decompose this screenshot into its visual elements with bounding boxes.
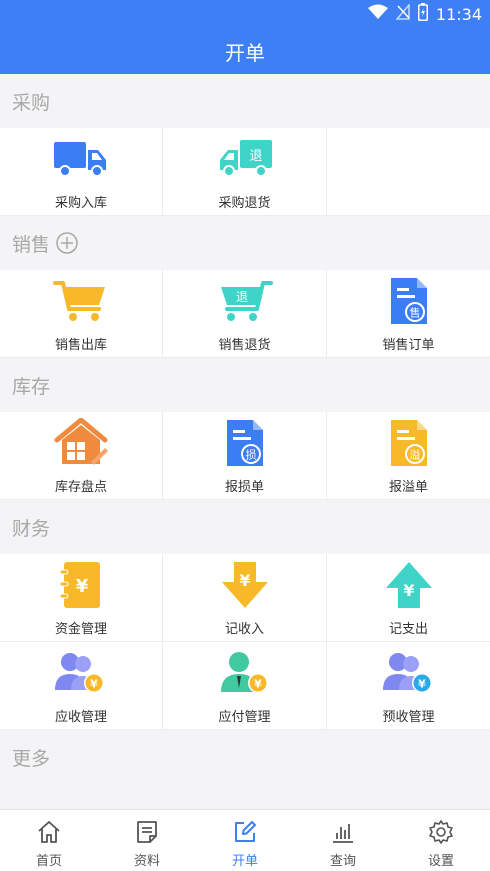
section-grid: ¥ 资金管理 ¥ 记收入 ¥ 记支出 ¥ 应收管理 ¥ 应付管理 ¥ 预收管理 xyxy=(0,554,490,730)
order-doc-icon: 售 xyxy=(379,276,439,326)
page-title: 开单 xyxy=(0,28,490,74)
receivable-people-icon: ¥ xyxy=(51,648,111,698)
menu-item-label: 应收管理 xyxy=(54,710,107,725)
tab-label: 开单 xyxy=(231,854,258,869)
svg-text:溢: 溢 xyxy=(409,448,420,462)
menu-item-label: 销售退货 xyxy=(218,338,271,353)
home-icon xyxy=(35,818,63,846)
menu-item-label: 库存盘点 xyxy=(54,480,107,495)
section-title: 库存 xyxy=(0,358,490,412)
svg-text:¥: ¥ xyxy=(403,581,414,600)
menu-item-overflow-doc[interactable]: 溢 报溢单 xyxy=(327,412,490,500)
tab-bar-chart[interactable]: 查询 xyxy=(294,810,392,871)
section-title: 采购 xyxy=(0,74,490,128)
document-icon xyxy=(133,818,161,846)
menu-item-label: 采购退货 xyxy=(218,196,271,211)
warehouse-icon xyxy=(51,418,111,468)
menu-item-payable-person[interactable]: ¥ 应付管理 xyxy=(163,642,327,730)
battery-icon xyxy=(417,3,428,25)
menu-item-return-truck[interactable]: 退 采购退货 xyxy=(163,128,327,216)
status-icons: 11:34 xyxy=(367,2,482,25)
section-title: 销售 xyxy=(0,216,490,270)
menu-item-receivable-people[interactable]: ¥ 应收管理 xyxy=(0,642,163,730)
menu-item-label: 销售出库 xyxy=(54,338,107,353)
menu-item-warehouse[interactable]: 库存盘点 xyxy=(0,412,163,500)
section-title-text: 采购 xyxy=(12,91,51,114)
section-grid: 销售出库 退 销售退货 售 销售订单 xyxy=(0,270,490,358)
tab-document[interactable]: 资料 xyxy=(98,810,196,871)
tab-label: 设置 xyxy=(427,854,454,869)
section-grid: 库存盘点 损 报损单 溢 报溢单 xyxy=(0,412,490,500)
fund-book-icon: ¥ xyxy=(51,560,111,610)
status-bar: 11:34 xyxy=(0,0,490,28)
menu-item-label: 预收管理 xyxy=(382,710,435,725)
overflow-doc-icon: 溢 xyxy=(379,418,439,468)
menu-item-loss-doc[interactable]: 损 报损单 xyxy=(163,412,327,500)
menu-item-label: 采购入库 xyxy=(54,196,107,211)
section-title-text: 库存 xyxy=(12,375,51,398)
tab-edit[interactable]: 开单 xyxy=(196,810,294,871)
menu-item-label: 资金管理 xyxy=(54,622,107,637)
menu-item-income-arrow[interactable]: ¥ 记收入 xyxy=(163,554,327,642)
empty-cell xyxy=(327,128,490,216)
tab-label: 首页 xyxy=(35,854,62,869)
svg-text:损: 损 xyxy=(245,448,256,462)
loss-doc-icon: 损 xyxy=(215,418,275,468)
truck-icon xyxy=(51,134,111,184)
payable-person-icon: ¥ xyxy=(215,648,275,698)
menu-item-label: 记收入 xyxy=(224,622,264,637)
svg-text:¥: ¥ xyxy=(254,678,262,691)
section-title: 更多 xyxy=(0,730,490,784)
menu-item-expense-arrow[interactable]: ¥ 记支出 xyxy=(327,554,490,642)
menu-item-label: 销售订单 xyxy=(382,338,435,353)
tab-gear[interactable]: 设置 xyxy=(392,810,490,871)
menu-item-fund-book[interactable]: ¥ 资金管理 xyxy=(0,554,163,642)
expense-arrow-icon: ¥ xyxy=(379,560,439,610)
svg-text:退: 退 xyxy=(235,290,247,304)
menu-item-label: 记支出 xyxy=(388,622,428,637)
tab-label: 查询 xyxy=(329,854,356,869)
menu-item-order-doc[interactable]: 售 销售订单 xyxy=(327,270,490,358)
tab-label: 资料 xyxy=(133,854,160,869)
return-cart-icon: 退 xyxy=(215,276,275,326)
svg-text:售: 售 xyxy=(409,306,420,320)
tab-home[interactable]: 首页 xyxy=(0,810,98,871)
bar-chart-icon xyxy=(329,818,357,846)
svg-text:¥: ¥ xyxy=(239,571,250,590)
svg-text:¥: ¥ xyxy=(90,678,98,691)
menu-item-label: 报溢单 xyxy=(388,480,428,495)
add-sale-type-plus-icon[interactable] xyxy=(56,232,78,254)
menu-item-label: 报损单 xyxy=(224,480,264,495)
section-title-text: 财务 xyxy=(12,517,51,540)
menu-item-return-cart[interactable]: 退 销售退货 xyxy=(163,270,327,358)
content-area: 采购 采购入库 退 采购退货销售 销售出库 退 销售退货 售 销售订单库存 库存… xyxy=(0,74,490,809)
menu-item-prepaid-people[interactable]: ¥ 预收管理 xyxy=(327,642,490,730)
menu-item-cart[interactable]: 销售出库 xyxy=(0,270,163,358)
no-signal-icon xyxy=(395,2,410,24)
wifi-icon xyxy=(367,4,388,24)
menu-item-truck[interactable]: 采购入库 xyxy=(0,128,163,216)
gear-icon xyxy=(427,818,455,846)
section-title: 财务 xyxy=(0,500,490,554)
menu-item-label: 应付管理 xyxy=(218,710,271,725)
svg-text:¥: ¥ xyxy=(76,576,89,597)
status-time: 11:34 xyxy=(435,4,482,24)
section-title-text: 更多 xyxy=(12,747,51,770)
return-truck-icon: 退 xyxy=(215,134,275,184)
income-arrow-icon: ¥ xyxy=(215,560,275,610)
bottom-tab-bar: 首页 资料 开单 查询 设置 xyxy=(0,809,490,871)
section-title-text: 销售 xyxy=(12,233,51,256)
svg-text:¥: ¥ xyxy=(418,678,426,691)
cart-icon xyxy=(51,276,111,326)
prepaid-people-icon: ¥ xyxy=(379,648,439,698)
section-grid: 采购入库 退 采购退货 xyxy=(0,128,490,216)
svg-text:退: 退 xyxy=(249,149,262,164)
edit-icon xyxy=(231,818,259,846)
